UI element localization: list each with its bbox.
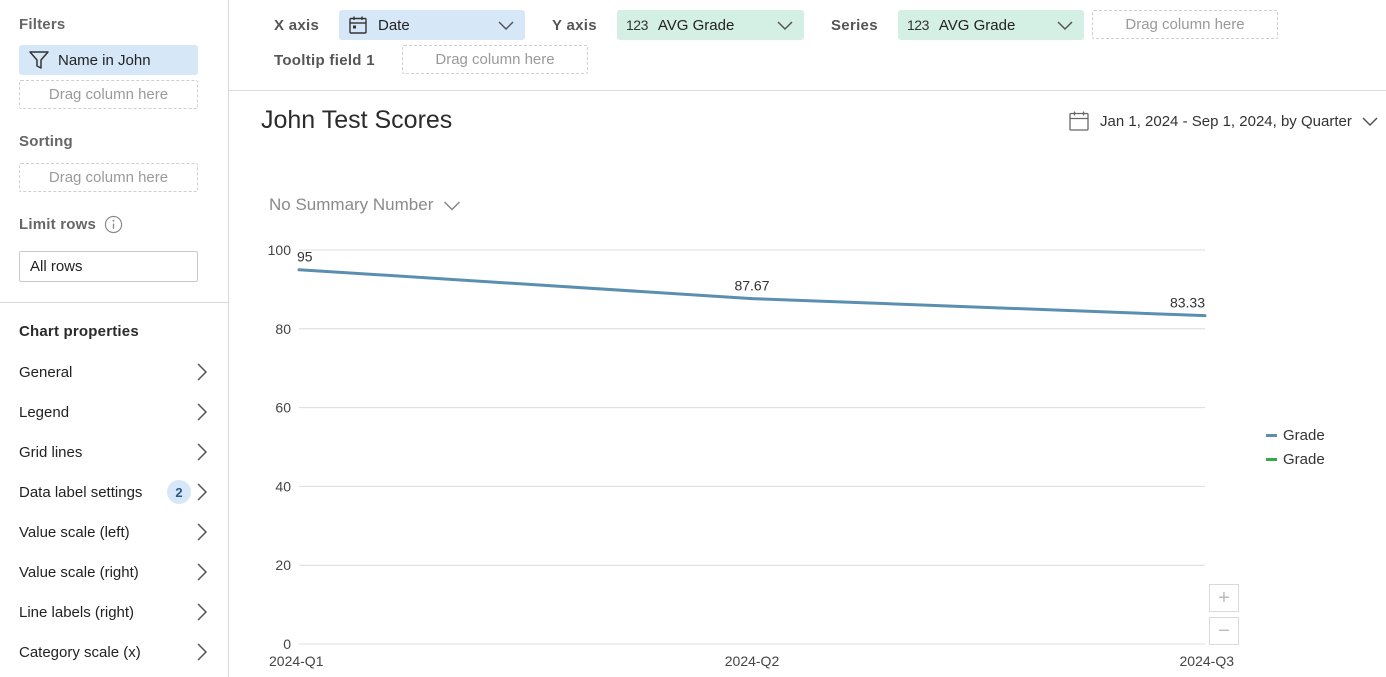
chart-property-label: Category scale (x) — [19, 643, 141, 661]
y-axis-value: AVG Grade — [657, 16, 735, 34]
x-axis-label: X axis — [274, 17, 320, 34]
y-tick-label: 60 — [275, 400, 291, 416]
chevron-down-icon — [498, 21, 514, 31]
numeric-icon: 123 — [907, 17, 929, 33]
chart-property-label: General — [19, 363, 73, 381]
data-point — [1203, 314, 1207, 318]
x-tick-label: 2024-Q3 — [1180, 653, 1235, 669]
y-tick-label: 20 — [275, 557, 291, 573]
zoom-in-button[interactable]: + — [1209, 584, 1239, 612]
chart-property-label: Data label settings — [19, 483, 143, 501]
chevron-down-icon — [1057, 21, 1073, 31]
chart-properties-title: Chart properties — [19, 323, 139, 340]
filter-chip[interactable]: Name in John — [19, 45, 198, 75]
data-point — [297, 268, 301, 272]
chart-property-label: Grid lines — [19, 443, 83, 461]
y-tick-label: 0 — [283, 636, 291, 652]
chart-property-item[interactable]: Grid lines — [19, 440, 209, 464]
limit-rows-header: Limit rows — [19, 215, 123, 234]
chart-property-label: Value scale (right) — [19, 563, 139, 581]
legend-label: Grade — [1283, 426, 1325, 444]
chart-property-label: Line labels (right) — [19, 603, 135, 621]
y-axis-label: Y axis — [552, 17, 597, 34]
data-label: 87.67 — [734, 278, 769, 294]
data-label: 95 — [297, 249, 313, 265]
data-label: 83.33 — [1170, 295, 1205, 311]
filter-icon — [29, 51, 49, 69]
chevron-down-icon — [444, 200, 461, 211]
tooltip-drop-zone[interactable]: Drag column here — [402, 45, 588, 74]
chevron-right-icon — [197, 363, 208, 381]
chart-title: John Test Scores — [261, 106, 453, 134]
date-range-label: Jan 1, 2024 - Sep 1, 2024, by Quarter — [1100, 112, 1352, 130]
filters-title: Filters — [19, 16, 66, 33]
legend-swatch — [1266, 457, 1277, 461]
sorting-title: Sorting — [19, 133, 73, 150]
legend-item[interactable]: Grade — [1266, 423, 1325, 447]
chevron-right-icon — [197, 643, 208, 661]
summary-label: No Summary Number — [269, 195, 434, 214]
y-tick-label: 40 — [275, 478, 291, 494]
series-field[interactable]: 123 AVG Grade — [898, 10, 1084, 40]
date-range-picker[interactable]: Jan 1, 2024 - Sep 1, 2024, by Quarter — [1068, 110, 1378, 132]
chart-property-label: Value scale (left) — [19, 523, 130, 541]
legend-item[interactable]: Grade — [1266, 447, 1325, 471]
chevron-right-icon — [197, 403, 208, 421]
chevron-down-icon — [777, 21, 793, 31]
legend-label: Grade — [1283, 450, 1325, 468]
count-badge: 2 — [167, 480, 191, 504]
y-tick-label: 100 — [268, 242, 292, 258]
legend-swatch — [1266, 433, 1277, 437]
y-axis-field[interactable]: 123 AVG Grade — [617, 10, 804, 40]
zoom-out-button[interactable]: − — [1209, 617, 1239, 645]
chevron-right-icon — [197, 563, 208, 581]
info-icon[interactable] — [104, 215, 123, 234]
chevron-right-icon — [197, 603, 208, 621]
chart-property-item[interactable]: Category scale (x) — [19, 640, 209, 664]
calendar-icon — [349, 16, 367, 34]
chart-property-label: Legend — [19, 403, 70, 421]
filter-drop-zone[interactable]: Drag column here — [19, 80, 198, 109]
chart-property-item[interactable]: Line labels (right) — [19, 600, 209, 624]
sidebar-divider — [0, 302, 229, 303]
chevron-right-icon — [197, 523, 208, 541]
x-axis-field[interactable]: Date — [339, 10, 525, 40]
tooltip-field-label: Tooltip field 1 — [274, 52, 375, 69]
chart-legend: Grade Grade — [1266, 423, 1325, 471]
summary-number-selector[interactable]: No Summary Number — [269, 195, 461, 215]
limit-rows-title: Limit rows — [19, 216, 97, 233]
sidebar: Filters Name in John Drag column here So… — [0, 0, 229, 677]
series-value: AVG Grade — [938, 16, 1016, 34]
line-chart: 0 20 40 60 80 100 2024-Q1 2024-Q2 2024-Q3 95 87.67… — [268, 242, 1235, 669]
field-wells-bar: X axis Date Y axis 123 AVG Grade Series … — [229, 0, 1386, 91]
chevron-right-icon — [197, 443, 208, 461]
chevron-right-icon — [197, 483, 208, 501]
x-tick-label: 2024-Q1 — [269, 653, 324, 669]
numeric-icon: 123 — [626, 17, 648, 33]
chart-property-item[interactable]: General — [19, 360, 209, 384]
y-tick-label: 80 — [275, 321, 291, 337]
chart-property-item[interactable]: Legend — [19, 400, 209, 424]
chart-property-item[interactable]: Value scale (left) — [19, 520, 209, 544]
series-drop-zone[interactable]: Drag column here — [1092, 10, 1278, 39]
sorting-drop-zone[interactable]: Drag column here — [19, 163, 198, 192]
limit-rows-select[interactable]: All rows — [19, 251, 198, 282]
calendar-icon — [1069, 111, 1089, 131]
data-point — [750, 297, 754, 301]
x-axis-value: Date — [378, 16, 410, 34]
chart-property-item[interactable]: Data label settings 2 — [19, 480, 209, 504]
x-tick-label: 2024-Q2 — [725, 653, 780, 669]
series-label: Series — [831, 17, 878, 34]
filter-chip-label: Name in John — [58, 51, 151, 69]
chevron-down-icon — [1362, 117, 1378, 126]
chart-property-item[interactable]: Value scale (right) — [19, 560, 209, 584]
